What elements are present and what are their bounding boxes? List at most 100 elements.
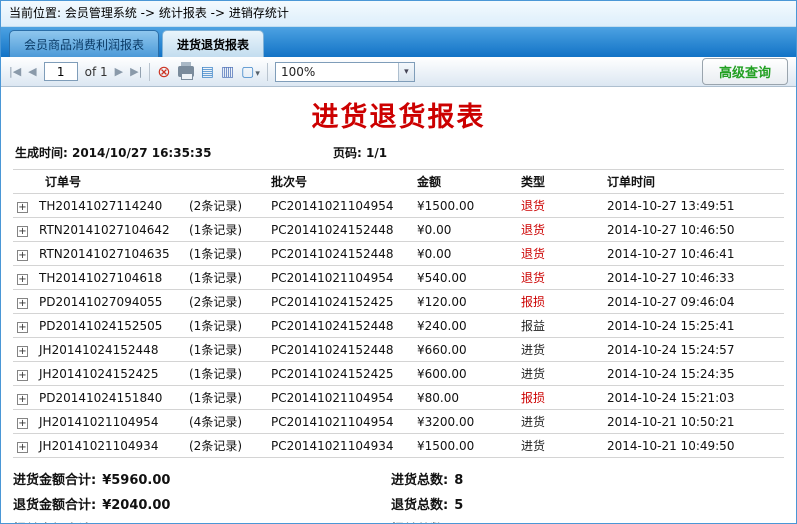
amount: ¥80.00 [413,386,517,410]
order-number: JH20141021104934 [35,434,185,458]
expand-icon[interactable]: + [17,202,28,213]
breadcrumb: 当前位置: 会员管理系统 -> 统计报表 -> 进销存统计 [1,1,796,27]
expand-icon[interactable]: + [17,418,28,429]
order-time: 2014-10-24 15:24:57 [603,338,784,362]
summary-section: 进货金额合计:¥5960.00 进货总数:8 退货金额合计:¥2040.00 退… [13,468,784,523]
table-row: + JH20141024152425 (1条记录) PC201410241524… [13,362,784,386]
summary-label: 报益总数: [391,518,448,523]
order-time: 2014-10-24 15:21:03 [603,386,784,410]
amount: ¥0.00 [413,242,517,266]
table-row: + JH20141024152448 (1条记录) PC201410241524… [13,338,784,362]
batch-number: PC20141021104954 [267,266,413,290]
summary-value: ¥2040.00 [102,493,170,518]
summary-value: 5 [454,493,463,518]
page-count-label: of 1 [85,65,108,79]
expand-icon[interactable]: + [17,226,28,237]
page-number-label: 页码: 1/1 [333,144,387,161]
type-label: 退货 [521,199,545,213]
page-number-input[interactable] [44,62,78,81]
order-number: PD20141024152505 [35,314,185,338]
col-header-batch: 批次号 [267,170,413,194]
summary-row: 进货金额合计:¥5960.00 进货总数:8 [13,468,784,493]
records-count: (1条记录) [185,242,267,266]
records-count: (2条记录) [185,194,267,218]
next-page-button[interactable]: ▶ [115,65,123,78]
page-layout-icon[interactable]: ▤ [201,64,214,80]
batch-number: PC20141024152448 [267,314,413,338]
order-number: RTN20141027104635 [35,242,185,266]
summary-label: 退货总数: [391,493,448,518]
summary-row: 报益金额合计:¥120.00 报益总数:2 [13,518,784,523]
expand-icon[interactable]: + [17,346,28,357]
type-cell: 报损 [517,386,603,410]
expand-icon[interactable]: + [17,322,28,333]
type-label: 报损 [521,295,545,309]
expand-icon[interactable]: + [17,442,28,453]
expand-icon[interactable]: + [17,274,28,285]
type-cell: 进货 [517,434,603,458]
expand-icon[interactable]: + [17,298,28,309]
type-label: 退货 [521,223,545,237]
report-toolbar: |◀ ◀ of 1 ▶ ▶| ⊗ ▤ ▥ ▢▾ 100% ▾ 高级查询 [1,57,796,87]
report-meta: 生成时间: 2014/10/27 16:35:35 页码: 1/1 [15,144,782,161]
zoom-value: 100% [276,65,398,79]
records-count: (1条记录) [185,386,267,410]
records-count: (2条记录) [185,290,267,314]
tab-strip: 会员商品消费利润报表 进货退货报表 [1,27,796,57]
batch-number: PC20141024152448 [267,338,413,362]
type-label: 退货 [521,247,545,261]
order-time: 2014-10-27 09:46:04 [603,290,784,314]
expand-icon[interactable]: + [17,370,28,381]
records-count: (2条记录) [185,434,267,458]
amount: ¥3200.00 [413,410,517,434]
last-page-button[interactable]: ▶| [130,65,142,78]
batch-number: PC20141021104954 [267,386,413,410]
first-page-button[interactable]: |◀ [9,65,21,78]
table-row: + RTN20141027104642 (1条记录) PC20141024152… [13,218,784,242]
type-cell: 进货 [517,362,603,386]
table-row: + PD20141027094055 (2条记录) PC201410241524… [13,290,784,314]
order-time: 2014-10-27 10:46:41 [603,242,784,266]
type-cell: 报损 [517,290,603,314]
expand-icon[interactable]: + [17,250,28,261]
table-row: + JH20141021104934 (2条记录) PC201410211049… [13,434,784,458]
batch-number: PC20141024152448 [267,218,413,242]
expand-icon[interactable]: + [17,394,28,405]
type-cell: 进货 [517,338,603,362]
amount: ¥600.00 [413,362,517,386]
printer-icon[interactable] [178,66,194,77]
amount: ¥120.00 [413,290,517,314]
app-window: 当前位置: 会员管理系统 -> 统计报表 -> 进销存统计 会员商品消费利润报表… [0,0,797,524]
chevron-down-icon: ▾ [398,63,414,81]
table-row: + PD20141024152505 (1条记录) PC201410241524… [13,314,784,338]
order-number: JH20141021104954 [35,410,185,434]
order-time: 2014-10-21 10:50:21 [603,410,784,434]
toolbar-separator [149,63,150,81]
order-number: JH20141024152448 [35,338,185,362]
advanced-query-button[interactable]: 高级查询 [702,58,788,85]
col-header-order: 订单号 [35,170,185,194]
report-body: 进货退货报表 生成时间: 2014/10/27 16:35:35 页码: 1/1… [1,87,796,523]
prev-page-button[interactable]: ◀ [28,65,36,78]
order-number: PD20141024151840 [35,386,185,410]
order-time: 2014-10-27 10:46:33 [603,266,784,290]
type-label: 报损 [521,391,545,405]
type-cell: 报益 [517,314,603,338]
amount: ¥1500.00 [413,434,517,458]
type-cell: 退货 [517,242,603,266]
amount: ¥240.00 [413,314,517,338]
stop-icon[interactable]: ⊗ [157,64,170,80]
type-label: 进货 [521,343,545,357]
batch-number: PC20141021104954 [267,194,413,218]
records-count: (4条记录) [185,410,267,434]
export-dropdown[interactable]: ▢▾ [241,64,260,80]
tab-member-profit-report[interactable]: 会员商品消费利润报表 [9,30,159,57]
order-number: TH20141027104618 [35,266,185,290]
book-view-icon[interactable]: ▥ [221,64,234,80]
table-row: + JH20141021104954 (4条记录) PC201410211049… [13,410,784,434]
zoom-select[interactable]: 100% ▾ [275,62,415,82]
tab-purchase-return-report[interactable]: 进货退货报表 [162,30,264,57]
summary-value: ¥120.00 [102,518,161,523]
export-page-icon: ▢ [241,64,254,80]
batch-number: PC20141024152448 [267,242,413,266]
